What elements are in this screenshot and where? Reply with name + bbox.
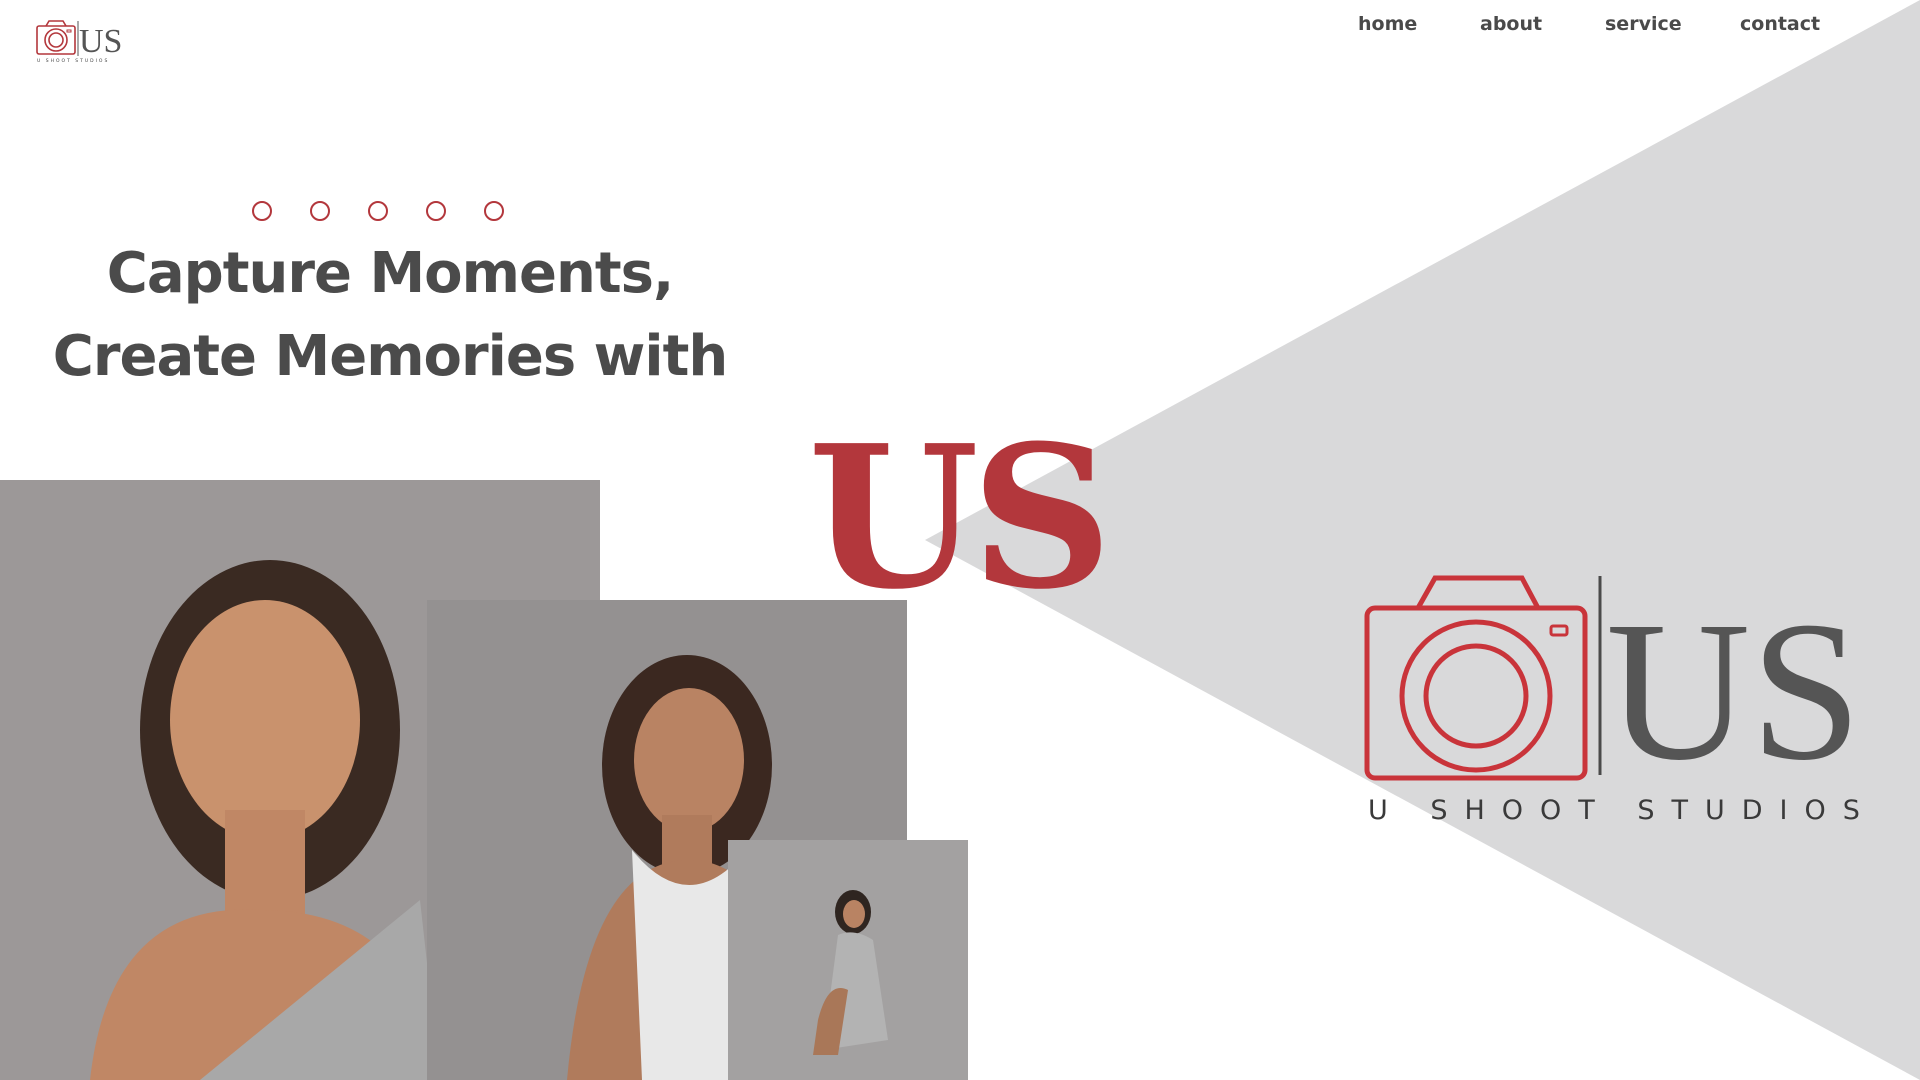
slider-dot-3[interactable] (368, 201, 388, 221)
brand-tagline: U SHOOT STUDIOS (1368, 795, 1877, 826)
slider-dot-4[interactable] (426, 201, 446, 221)
site-logo-text: US (79, 23, 122, 60)
nav-contact[interactable]: contact (1740, 13, 1820, 35)
slider-dot-1[interactable] (252, 201, 272, 221)
hero-headline-line2: Create Memories with (52, 324, 728, 389)
brand-camera-icon: US (1364, 575, 1862, 802)
camera-logo-icon: US U SHOOT STUDIOS (36, 20, 122, 64)
hero-big-word: US (808, 403, 1112, 633)
slider-dot-2[interactable] (310, 201, 330, 221)
hero-headline-line1: Capture Moments, (106, 241, 674, 306)
page: US U SHOOT STUDIOS home about service co… (0, 0, 1920, 1080)
brand-logo-text: US (1606, 581, 1860, 802)
nav-about[interactable]: about (1480, 13, 1542, 35)
brand-logo: US (1360, 570, 1862, 830)
portrait-photo-small (728, 840, 968, 1080)
slider-dots (252, 201, 504, 221)
nav-home[interactable]: home (1358, 13, 1417, 35)
hero-headline: Capture Moments, Create Memories with (40, 232, 740, 398)
nav-service[interactable]: service (1605, 13, 1682, 35)
site-logo-subtext: U SHOOT STUDIOS (37, 58, 109, 64)
site-logo[interactable]: US U SHOOT STUDIOS (36, 18, 134, 64)
slider-dot-5[interactable] (484, 201, 504, 221)
